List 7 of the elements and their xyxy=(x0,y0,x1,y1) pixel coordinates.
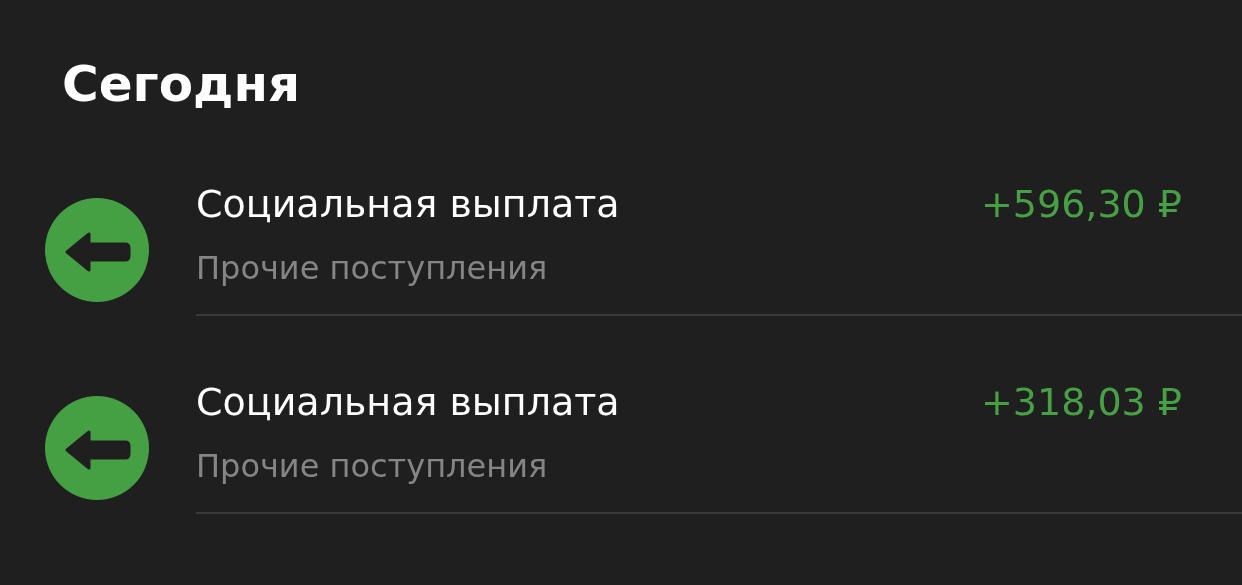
transaction-category: Прочие поступления xyxy=(196,248,548,288)
transaction-title: Социальная выплата xyxy=(196,181,620,228)
transaction-title: Социальная выплата xyxy=(196,379,620,426)
transaction-amount: +318,03 ₽ xyxy=(980,379,1182,426)
transaction-amount: +596,30 ₽ xyxy=(980,181,1182,228)
transaction-category: Прочие поступления xyxy=(196,446,548,486)
section-title: Сегодня xyxy=(61,54,302,115)
